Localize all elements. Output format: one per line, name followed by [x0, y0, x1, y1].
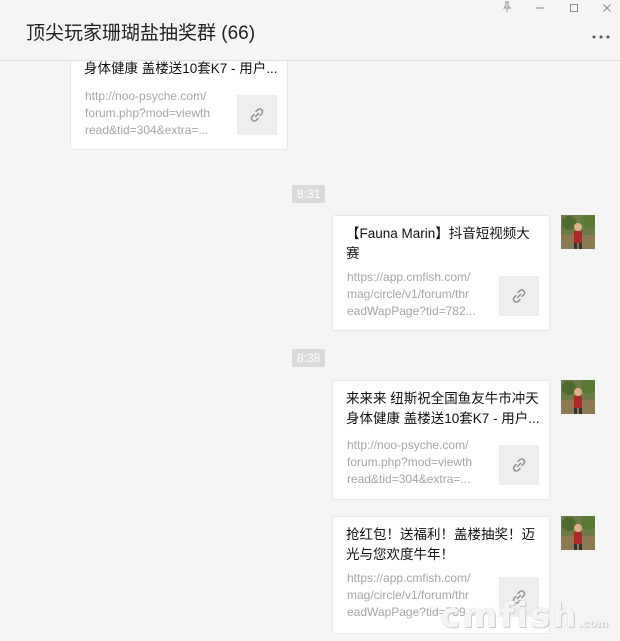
card-title-line: 抢红包！送福利！盖楼抽奖！迈: [346, 527, 535, 542]
avatar[interactable]: [561, 215, 595, 249]
card-url-line: eadWapPage?tid=782...: [347, 304, 476, 318]
card-title-line: 光与您欢度牛年！: [346, 547, 454, 562]
card-url-line: forum.php?mod=viewth: [347, 455, 473, 469]
close-icon[interactable]: [598, 1, 616, 17]
card-url: https://app.cmfish.com/ mag/circle/v1/fo…: [347, 269, 489, 320]
watermark-logo: cmfish.com: [440, 596, 608, 636]
card-title: 【Fauna Marin】抖音短视频大 赛: [346, 224, 538, 264]
more-options-icon[interactable]: [592, 28, 612, 42]
link-icon: [250, 108, 264, 122]
minimize-icon[interactable]: [531, 1, 549, 17]
pin-icon[interactable]: [498, 1, 516, 17]
card-url-line: https://app.cmfish.com/: [347, 270, 471, 284]
chat-title: 顶尖玩家珊瑚盐抽奖群 (66): [26, 23, 256, 44]
card-url: http://noo-psyche.com/ forum.php?mod=vie…: [347, 437, 489, 488]
card-title: 抢红包！送福利！盖楼抽奖！迈 光与您欢度牛年！: [346, 525, 538, 565]
link-card-message[interactable]: 来来来 纽斯祝全国鱼友牛市冲天 身体健康 盖楼送10套K7 - 用户... ht…: [332, 380, 550, 500]
card-title: 来来来 纽斯祝全国鱼友牛市冲天 身体健康 盖楼送10套K7 - 用户...: [346, 389, 540, 429]
link-icon: [512, 289, 526, 303]
card-url-line: http://noo-psyche.com/: [85, 89, 207, 103]
card-title-line: 身体健康 盖楼送10套K7 - 用户...: [346, 411, 540, 426]
avatar[interactable]: [561, 516, 595, 550]
time-separator: 8:31: [292, 185, 326, 203]
link-thumbnail: [499, 445, 539, 485]
maximize-icon[interactable]: [565, 1, 583, 17]
watermark-text: cmfish: [440, 596, 579, 636]
link-card-message[interactable]: 【Fauna Marin】抖音短视频大 赛 https://app.cmfish…: [332, 215, 550, 331]
time-separator: 8:38: [292, 349, 326, 367]
card-url-line: read&tid=304&extra=...: [85, 123, 209, 137]
chat-area: 身体健康 盖楼送10套K7 - 用户... http://noo-psyche.…: [0, 60, 620, 641]
card-url-line: forum.php?mod=viewth: [85, 106, 211, 120]
card-url-line: read&tid=304&extra=...: [347, 472, 471, 486]
card-url-line: https://app.cmfish.com/: [347, 571, 471, 585]
card-title-line: 身体健康 盖楼送10套K7 - 用户...: [84, 61, 278, 76]
link-card-message[interactable]: 身体健康 盖楼送10套K7 - 用户... http://noo-psyche.…: [70, 60, 288, 150]
avatar[interactable]: [561, 380, 595, 414]
card-title-line: 来来来 纽斯祝全国鱼友牛市冲天: [346, 391, 539, 406]
card-url-line: http://noo-psyche.com/: [347, 438, 469, 452]
card-title-line: 赛: [346, 246, 360, 261]
card-url: http://noo-psyche.com/ forum.php?mod=vie…: [85, 88, 227, 139]
title-bar: 顶尖玩家珊瑚盐抽奖群 (66): [0, 0, 620, 61]
card-url-line: mag/circle/v1/forum/thr: [347, 287, 470, 301]
card-title: 身体健康 盖楼送10套K7 - 用户...: [84, 60, 278, 79]
link-thumbnail: [237, 95, 277, 135]
link-thumbnail: [499, 276, 539, 316]
card-title-line: 【Fauna Marin】抖音短视频大: [346, 226, 530, 241]
link-icon: [512, 458, 526, 472]
watermark-suffix: .com: [578, 617, 609, 630]
